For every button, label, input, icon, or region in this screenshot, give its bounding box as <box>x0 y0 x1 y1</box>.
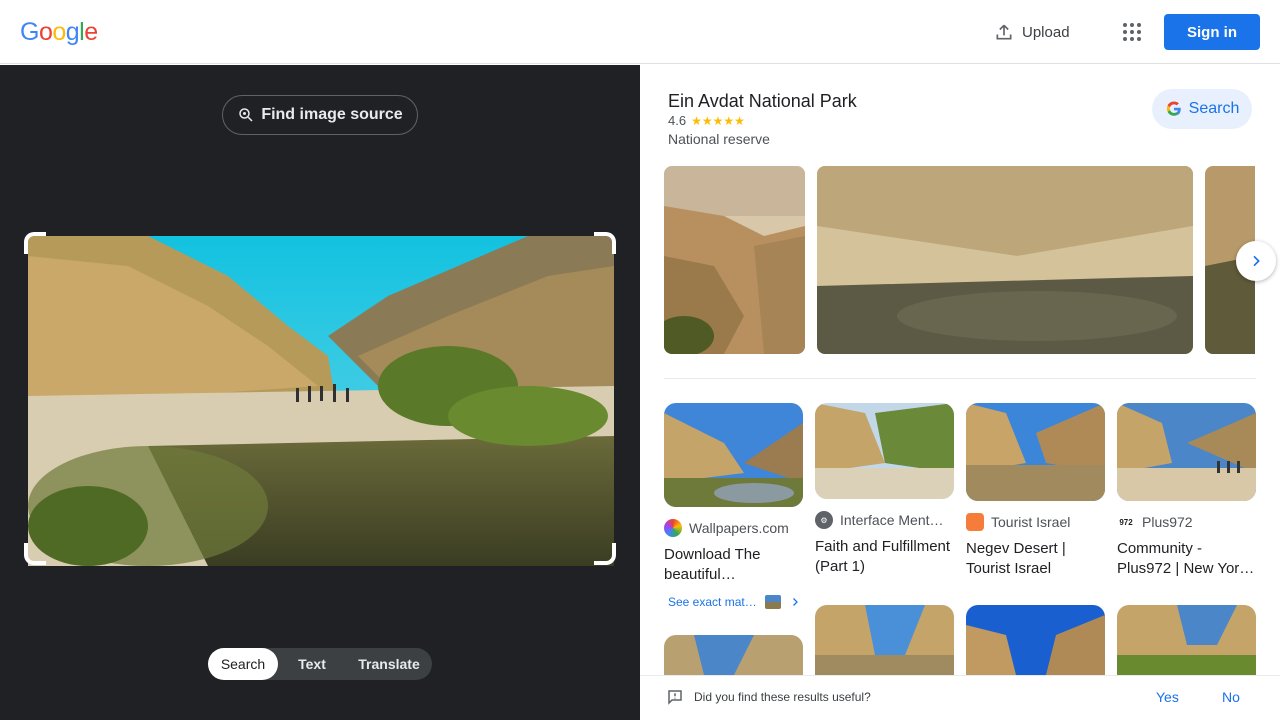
plus972-site-icon: 972 <box>1117 513 1135 531</box>
see-exact-matches-label: See exact mat… <box>668 595 757 609</box>
result-thumbnail[interactable] <box>815 403 954 499</box>
result-thumbnail[interactable] <box>966 403 1105 501</box>
entity-subtitle: National reserve <box>668 131 770 147</box>
find-image-source-label: Find image source <box>261 106 403 123</box>
logo-letter: G <box>20 18 39 46</box>
tourist-israel-site-icon <box>966 513 984 531</box>
top-bar: Google Upload Sign in <box>0 0 1280 64</box>
logo-letter: g <box>65 18 80 46</box>
visual-match-card[interactable] <box>1117 605 1257 675</box>
entity-image[interactable] <box>664 166 805 354</box>
exact-match-thumbnail-icon <box>764 595 781 609</box>
result-source-name: Wallpapers.com <box>689 520 789 536</box>
result-thumbnail[interactable] <box>1117 403 1256 501</box>
result-source: Wallpapers.com <box>664 519 804 537</box>
visual-match-card[interactable] <box>815 605 955 675</box>
crop-handle-top-left[interactable] <box>24 232 46 254</box>
query-image[interactable] <box>28 236 614 566</box>
entity-search-button[interactable]: Search <box>1152 89 1252 129</box>
visual-match-card[interactable]: ⚙ Interface Ment… Faith and Fulfillment … <box>815 403 955 577</box>
result-thumbnail[interactable] <box>966 605 1105 675</box>
carousel-next-button[interactable] <box>1236 241 1276 281</box>
crop-handle-bottom-left[interactable] <box>24 543 46 565</box>
upload-icon <box>996 24 1012 40</box>
entity-search-label: Search <box>1188 100 1240 117</box>
visual-match-card[interactable]: Tourist Israel Negev Desert | Tourist Is… <box>966 403 1106 579</box>
logo-letter: o <box>52 18 66 46</box>
feedback-icon <box>668 690 682 705</box>
rating-stars-icon: ★★★★★ <box>691 113 745 128</box>
wallpapers-site-icon <box>664 519 682 537</box>
result-thumbnail[interactable] <box>1117 605 1256 675</box>
apps-grid-icon <box>1123 23 1141 41</box>
result-thumbnail[interactable] <box>664 635 803 675</box>
tab-translate[interactable]: Translate <box>346 648 432 680</box>
lens-mode-tabs: Search Text Translate <box>208 648 432 680</box>
result-title[interactable]: Download The beautiful… <box>664 545 804 585</box>
result-source: 972 Plus972 <box>1117 513 1257 531</box>
entity-image[interactable] <box>817 166 1193 354</box>
find-image-source-button[interactable]: Find image source <box>222 95 418 135</box>
result-title[interactable]: Faith and Fulfillment (Part 1) <box>815 537 955 577</box>
crop-handle-top-right[interactable] <box>594 232 616 254</box>
result-source-name: Interface Ment… <box>840 512 944 528</box>
crop-handle-bottom-right[interactable] <box>594 543 616 565</box>
feedback-question: Did you find these results useful? <box>694 690 871 704</box>
visual-match-card[interactable] <box>664 635 804 675</box>
feedback-bar: Did you find these results useful? Yes N… <box>640 675 1280 720</box>
feedback-yes-button[interactable]: Yes <box>1156 689 1179 705</box>
feedback-no-button[interactable]: No <box>1222 689 1240 705</box>
result-thumbnail[interactable] <box>815 605 954 675</box>
result-thumbnail[interactable] <box>664 403 803 507</box>
chevron-right-icon <box>792 598 798 606</box>
lens-search-icon <box>239 108 253 122</box>
upload-button[interactable]: Upload <box>984 14 1080 50</box>
sign-in-button[interactable]: Sign in <box>1164 14 1260 50</box>
tab-search[interactable]: Search <box>208 648 278 680</box>
result-source-name: Tourist Israel <box>991 514 1071 530</box>
query-image-pane: Find image source Search Text Translate <box>0 65 640 720</box>
entity-title: Ein Avdat National Park <box>668 91 857 111</box>
upload-label: Upload <box>1022 23 1070 41</box>
result-source: ⚙ Interface Ment… <box>815 511 955 529</box>
visual-match-card[interactable]: 972 Plus972 Community - Plus972 | New Yo… <box>1117 403 1257 579</box>
result-source: Tourist Israel <box>966 513 1106 531</box>
result-source-name: Plus972 <box>1142 514 1193 530</box>
google-apps-button[interactable] <box>1114 14 1150 50</box>
section-divider <box>664 378 1256 379</box>
visual-match-card[interactable] <box>966 605 1106 675</box>
visual-match-card[interactable]: Wallpapers.com Download The beautiful… <box>664 403 804 585</box>
tab-text[interactable]: Text <box>278 648 346 680</box>
result-title[interactable]: Negev Desert | Tourist Israel <box>966 539 1106 579</box>
chevron-right-icon <box>1253 255 1260 267</box>
google-g-icon <box>1166 101 1181 116</box>
results-pane: Ein Avdat National Park 4.6 ★★★★★ Nation… <box>640 65 1280 720</box>
see-exact-matches-link[interactable]: See exact mat… <box>668 595 801 609</box>
interface-site-icon: ⚙ <box>815 511 833 529</box>
result-title[interactable]: Community - Plus972 | New Yor… <box>1117 539 1257 579</box>
google-logo[interactable]: Google <box>20 18 98 47</box>
entity-rating: 4.6 ★★★★★ <box>668 113 745 128</box>
logo-letter: e <box>84 18 98 46</box>
rating-value: 4.6 <box>668 113 687 128</box>
logo-letter: o <box>38 18 53 46</box>
